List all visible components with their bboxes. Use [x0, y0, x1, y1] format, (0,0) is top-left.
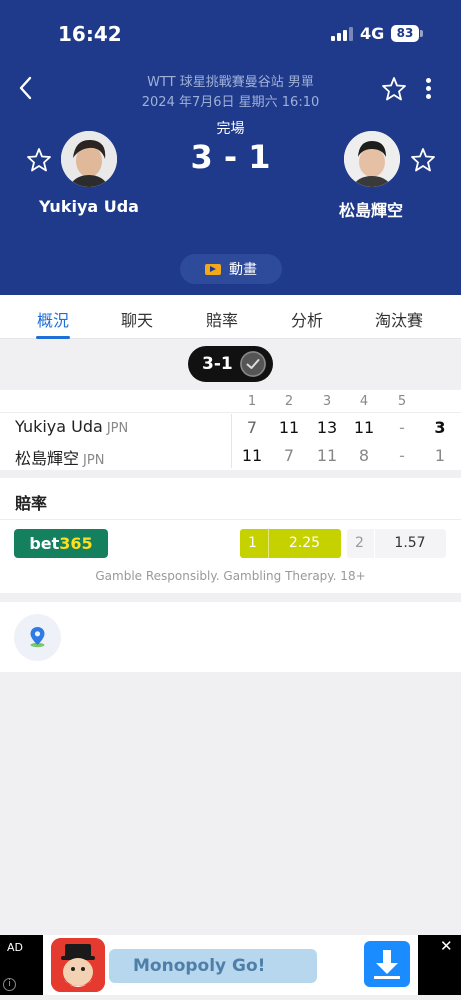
- set-header: 1: [247, 394, 257, 409]
- ad-info-icon[interactable]: i: [3, 978, 16, 991]
- ad-headline: Monopoly Go!: [109, 949, 317, 983]
- odds-title: 賠率: [15, 494, 48, 513]
- player-name: 松島輝空: [15, 449, 80, 468]
- set-score-cell: 11: [278, 418, 300, 437]
- total-sets-cell: 1: [434, 446, 446, 465]
- venue-section: [0, 602, 461, 672]
- status-time: 16:42: [58, 22, 122, 46]
- battery-icon: 83: [391, 25, 419, 42]
- tab-knockout[interactable]: 淘汰賽: [369, 307, 429, 331]
- favorite-away-star-icon[interactable]: [410, 147, 436, 173]
- section-gap: [0, 593, 461, 602]
- tab-bar: 概況 聊天 賠率 分析 淘汰賽: [0, 295, 461, 339]
- set-header: 5: [397, 394, 407, 409]
- home-odds-value: 2.25: [288, 535, 321, 551]
- check-circle-icon: [240, 351, 266, 377]
- home-odds-key: 1: [248, 535, 257, 551]
- set-score-cell: 11: [353, 418, 375, 437]
- status-bar: 16:42 4G 83: [0, 0, 461, 70]
- set-summary-text: 3-1: [202, 354, 233, 374]
- set-score-cell: 7: [246, 418, 258, 437]
- table-row-player-name: 松島輝空 JPN: [15, 445, 104, 469]
- gamble-responsibly-note[interactable]: Gamble Responsibly. Gambling Therapy. 18…: [0, 569, 461, 583]
- match-header: 16:42 4G 83 WTT 球星挑戰賽曼谷站 男單 2024 年7月6日 星…: [0, 0, 461, 295]
- set-score-cell: 13: [316, 418, 338, 437]
- player-nationality: JPN: [106, 421, 129, 436]
- player-name: Yukiya Uda: [15, 417, 103, 436]
- tab-overview[interactable]: 概況: [23, 307, 83, 331]
- animation-button-label: 動畫: [229, 262, 257, 278]
- ad-banner[interactable]: AD i Monopoly Go! ✕: [0, 935, 461, 995]
- signal-icon: [331, 27, 353, 41]
- set-header: 2: [284, 394, 294, 409]
- tab-chat[interactable]: 聊天: [107, 307, 167, 331]
- home-player-avatar[interactable]: [61, 131, 117, 187]
- download-icon[interactable]: [364, 941, 410, 987]
- set-summary-pill[interactable]: 3-1: [188, 346, 273, 382]
- monopoly-mascot-icon: [51, 938, 105, 992]
- favorite-home-star-icon[interactable]: [26, 147, 52, 173]
- divider: [0, 412, 461, 413]
- home-player-name[interactable]: Yukiya Uda: [14, 197, 164, 216]
- away-odds-key: 2: [355, 535, 364, 551]
- favorite-match-star-icon[interactable]: [381, 76, 407, 102]
- set-score-cell: -: [399, 418, 405, 437]
- player-nationality: JPN: [83, 453, 105, 468]
- away-odds-value: 1.57: [394, 535, 426, 551]
- ad-body[interactable]: Monopoly Go!: [43, 935, 418, 995]
- ad-app-icon: [51, 938, 105, 992]
- divider: [231, 414, 232, 468]
- divider: [0, 519, 461, 520]
- set-score-cell: 7: [283, 446, 295, 465]
- video-icon: [205, 263, 221, 275]
- bet365-logo-text: bet: [29, 534, 60, 553]
- set-score-cell: 11: [316, 446, 338, 465]
- set-header: 4: [359, 394, 369, 409]
- location-pin-icon: [30, 627, 45, 648]
- bet365-logo-number: 365: [59, 534, 93, 553]
- network-type: 4G: [360, 24, 385, 43]
- set-score-table: 1 2 3 4 5 Yukiya Uda JPN 7 11 13 11 - 3 松…: [0, 390, 461, 470]
- download-arrow-icon: [374, 950, 400, 979]
- home-player-photo: [61, 131, 117, 187]
- ad-label: AD: [7, 941, 23, 954]
- table-row-player-name: Yukiya Uda JPN: [15, 417, 128, 436]
- tab-analysis[interactable]: 分析: [277, 307, 337, 331]
- home-odds-button[interactable]: 1 2.25: [240, 529, 341, 558]
- more-vertical-icon[interactable]: [420, 76, 438, 102]
- tab-odds[interactable]: 賠率: [192, 307, 252, 331]
- animation-button[interactable]: 動畫: [180, 254, 282, 284]
- ad-close-icon[interactable]: ✕: [440, 939, 454, 954]
- set-score-cell: 8: [358, 446, 370, 465]
- section-gap: [0, 470, 461, 478]
- venue-location-button[interactable]: [14, 614, 61, 661]
- away-player-name[interactable]: 松島輝空: [296, 197, 446, 221]
- away-player-photo: [344, 131, 400, 187]
- odds-section: 賠率 bet365 1 2.25 2 1.57 Gamble Responsib…: [0, 478, 461, 593]
- set-header: 3: [322, 394, 332, 409]
- match-status: 完場: [216, 121, 245, 137]
- bet365-logo[interactable]: bet365: [14, 529, 108, 558]
- battery-tip: [420, 30, 423, 37]
- set-score-cell: 11: [241, 446, 263, 465]
- tab-active-indicator: [36, 336, 70, 339]
- away-player-avatar[interactable]: [344, 131, 400, 187]
- set-score-cell: -: [399, 446, 405, 465]
- away-odds-button[interactable]: 2 1.57: [347, 529, 446, 558]
- total-sets-cell: 3: [434, 418, 446, 437]
